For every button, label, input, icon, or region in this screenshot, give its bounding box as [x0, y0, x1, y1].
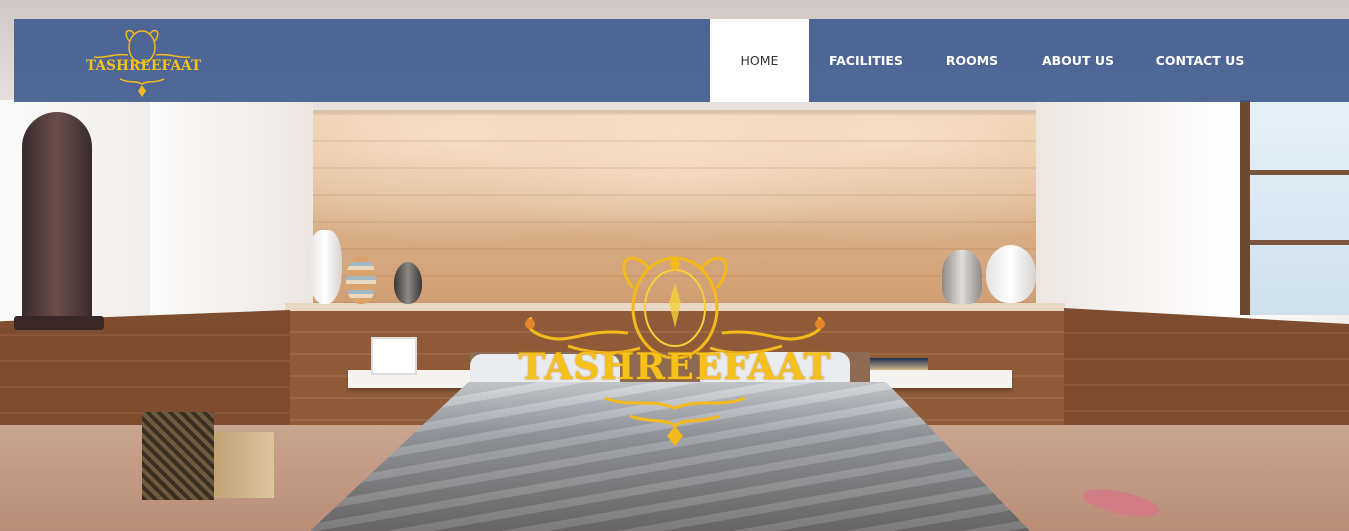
shopping-bag [142, 412, 214, 500]
statue-base [14, 316, 104, 330]
buddha-statue [22, 112, 92, 327]
brand-logo[interactable]: TASHREEFAAT [86, 27, 202, 97]
nav-facilities[interactable]: FACILITIES [809, 19, 923, 102]
hero-logo-text: TASHREEFAAT [518, 346, 832, 388]
nav-contact-us[interactable]: CONTACT US [1135, 19, 1265, 102]
vase [986, 245, 1036, 303]
navbar: TASHREEFAAT HOME FACILITIES ROOMS ABOUT … [14, 19, 1349, 102]
shopping-bag [214, 432, 274, 498]
vase [942, 250, 982, 304]
vase [308, 230, 342, 304]
vase [394, 262, 422, 304]
nav-home[interactable]: HOME [710, 19, 809, 102]
main-nav: HOME FACILITIES ROOMS ABOUT US CONTACT U… [710, 19, 1265, 102]
window [1240, 100, 1349, 315]
nav-rooms[interactable]: ROOMS [923, 19, 1021, 102]
vase [346, 256, 376, 304]
hero-logo: TASHREEFAAT [510, 248, 840, 448]
nav-about-us[interactable]: ABOUT US [1021, 19, 1135, 102]
brand-name: TASHREEFAAT [86, 58, 202, 74]
photo-frame [371, 337, 417, 375]
